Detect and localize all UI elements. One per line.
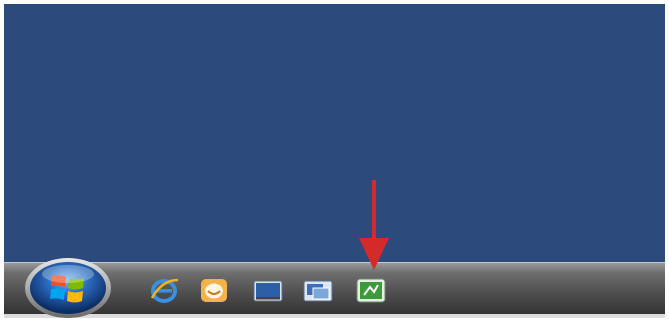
- switch-windows-icon[interactable]: [302, 276, 334, 304]
- screenshot-frame: [0, 0, 669, 322]
- start-button[interactable]: [22, 254, 114, 318]
- show-desktop-icon[interactable]: [252, 276, 284, 304]
- windows-mail-icon[interactable]: [198, 276, 230, 304]
- green-app-icon[interactable]: [355, 276, 387, 304]
- desktop-background: [4, 4, 665, 264]
- annotation-arrow: [359, 180, 389, 270]
- internet-explorer-icon[interactable]: [148, 276, 180, 304]
